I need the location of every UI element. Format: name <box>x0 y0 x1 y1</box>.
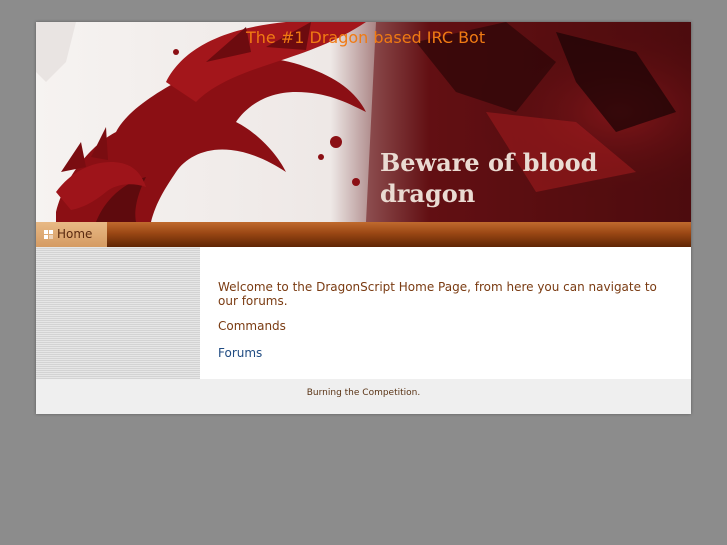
footer: Burning the Competition. <box>36 379 691 414</box>
nav-bar: Home <box>36 222 691 247</box>
commands-link[interactable]: Commands <box>218 319 673 333</box>
nav-item-home-label: Home <box>57 227 93 241</box>
welcome-text: Welcome to the DragonScript Home Page, f… <box>218 280 657 308</box>
banner-text: Beware of blood dragon <box>380 147 597 209</box>
grid-icon <box>44 230 53 239</box>
forums-link[interactable]: Forums <box>218 346 673 360</box>
banner-line-2: dragon <box>380 179 476 208</box>
site-title: The #1 Dragon based IRC Bot <box>246 28 486 47</box>
nav-item-home[interactable]: Home <box>36 222 107 247</box>
footer-text: Burning the Competition. <box>306 388 421 398</box>
header-banner: The #1 Dragon based IRC Bot Beware of bl… <box>36 22 691 222</box>
banner-line-1: Beware of blood <box>380 148 598 177</box>
main-content: Welcome to the DragonScript Home Page, f… <box>218 280 673 360</box>
page-container: The #1 Dragon based IRC Bot Beware of bl… <box>36 22 691 414</box>
left-sidebar <box>36 247 200 379</box>
